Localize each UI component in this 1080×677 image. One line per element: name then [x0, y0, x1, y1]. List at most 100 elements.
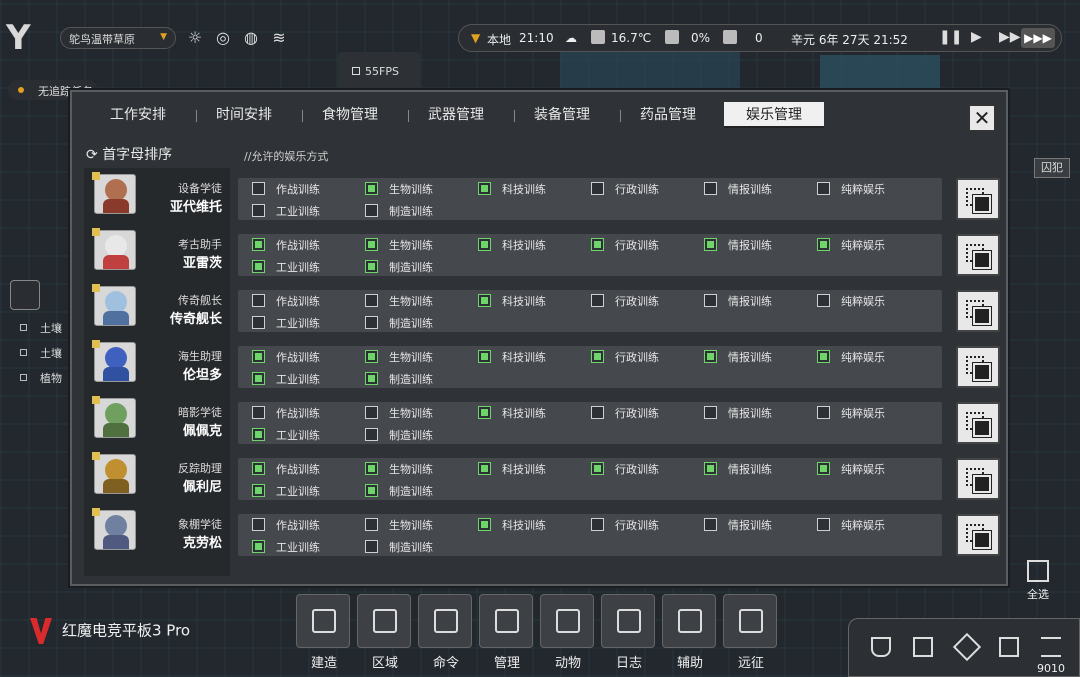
option-checkbox[interactable]: 科技训练 — [478, 293, 578, 309]
option-checkbox[interactable]: 纯粹娱乐 — [817, 349, 917, 365]
option-checkbox[interactable]: 纯粹娱乐 — [817, 461, 917, 477]
option-checkbox[interactable]: 纯粹娱乐 — [817, 181, 917, 197]
cube-icon[interactable] — [952, 632, 982, 662]
copy-settings-button[interactable] — [956, 458, 1000, 500]
layers-icon[interactable]: ≋ — [268, 27, 290, 49]
character-row[interactable]: 考古助手 亚雷茨 — [84, 224, 230, 276]
option-checkbox[interactable]: 工业训练 — [252, 483, 352, 499]
character-row[interactable]: 传奇舰长 传奇舰长 — [84, 280, 230, 332]
fastest-speed-button[interactable]: ▶▶▶ — [1021, 28, 1055, 48]
option-checkbox[interactable]: 生物训练 — [365, 181, 465, 197]
tab-work[interactable]: 工作安排 — [88, 102, 188, 128]
option-checkbox[interactable]: 生物训练 — [365, 461, 465, 477]
tab-recreation[interactable]: 娱乐管理 — [724, 102, 824, 128]
pause-icon[interactable]: ❚❚ — [939, 29, 962, 45]
character-row[interactable]: 设备学徒 亚代维托 — [84, 168, 230, 220]
option-checkbox[interactable]: 科技训练 — [478, 405, 578, 421]
select-all-button[interactable]: 全选 — [1020, 560, 1056, 602]
option-checkbox[interactable]: 制造训练 — [365, 371, 465, 387]
option-checkbox[interactable]: 作战训练 — [252, 517, 352, 533]
copy-settings-button[interactable] — [956, 346, 1000, 388]
option-checkbox[interactable]: 科技训练 — [478, 517, 578, 533]
option-checkbox[interactable]: 制造训练 — [365, 259, 465, 275]
option-checkbox[interactable]: 行政训练 — [591, 237, 691, 253]
option-checkbox[interactable]: 制造训练 — [365, 427, 465, 443]
option-checkbox[interactable]: 工业训练 — [252, 427, 352, 443]
option-checkbox[interactable]: 工业训练 — [252, 315, 352, 331]
option-checkbox[interactable]: 制造训练 — [365, 203, 465, 219]
option-checkbox[interactable]: 工业训练 — [252, 539, 352, 555]
option-checkbox[interactable]: 生物训练 — [365, 237, 465, 253]
toolbar-button[interactable]: 动物 — [540, 594, 596, 671]
folder-icon[interactable] — [999, 637, 1019, 657]
option-checkbox[interactable]: 作战训练 — [252, 405, 352, 421]
region-select[interactable]: 鸵鸟温带草原 ▼ — [60, 27, 176, 49]
option-checkbox[interactable]: 作战训练 — [252, 237, 352, 253]
option-checkbox[interactable]: 纯粹娱乐 — [817, 293, 917, 309]
tab-schedule[interactable]: 时间安排 — [194, 102, 294, 128]
option-checkbox[interactable]: 科技训练 — [478, 181, 578, 197]
option-checkbox[interactable]: 作战训练 — [252, 181, 352, 197]
option-checkbox[interactable]: 生物训练 — [365, 405, 465, 421]
play-icon[interactable]: ▶ — [971, 29, 982, 45]
option-checkbox[interactable]: 作战训练 — [252, 293, 352, 309]
copy-settings-button[interactable] — [956, 290, 1000, 332]
character-row[interactable]: 象棚学徒 克劳松 — [84, 504, 230, 556]
sort-button[interactable]: ⟳ 首字母排序 — [86, 144, 172, 164]
side-list-item[interactable]: 植物 — [20, 370, 62, 386]
tab-food[interactable]: 食物管理 — [300, 102, 400, 128]
option-checkbox[interactable]: 行政训练 — [591, 405, 691, 421]
option-checkbox[interactable]: 行政训练 — [591, 181, 691, 197]
option-checkbox[interactable]: 工业训练 — [252, 259, 352, 275]
option-checkbox[interactable]: 生物训练 — [365, 517, 465, 533]
option-checkbox[interactable]: 情报训练 — [704, 517, 804, 533]
tab-equipment[interactable]: 装备管理 — [512, 102, 612, 128]
location-arrow-icon[interactable]: ▼ — [471, 31, 480, 45]
toolbar-button[interactable]: 远征 — [723, 594, 779, 671]
copy-settings-button[interactable] — [956, 178, 1000, 220]
copy-settings-button[interactable] — [956, 514, 1000, 556]
toolbar-button[interactable]: 命令 — [418, 594, 474, 671]
flask-icon[interactable] — [871, 637, 891, 657]
option-checkbox[interactable]: 情报训练 — [704, 405, 804, 421]
toolbar-button[interactable]: 建造 — [296, 594, 352, 671]
option-checkbox[interactable]: 科技训练 — [478, 237, 578, 253]
option-checkbox[interactable]: 工业训练 — [252, 203, 352, 219]
close-button[interactable]: ✕ — [968, 104, 996, 132]
fast-forward-icon[interactable]: ▶▶ — [999, 29, 1021, 45]
tab-weapons[interactable]: 武器管理 — [406, 102, 506, 128]
option-checkbox[interactable]: 情报训练 — [704, 181, 804, 197]
option-checkbox[interactable]: 情报训练 — [704, 293, 804, 309]
target-icon[interactable]: ◎ — [212, 27, 234, 49]
option-checkbox[interactable]: 行政训练 — [591, 461, 691, 477]
option-checkbox[interactable]: 情报训练 — [704, 237, 804, 253]
option-checkbox[interactable]: 行政训练 — [591, 517, 691, 533]
option-checkbox[interactable]: 纯粹娱乐 — [817, 237, 917, 253]
prisoner-label[interactable]: 囚犯 — [1034, 158, 1070, 178]
side-menu-button[interactable] — [10, 280, 40, 310]
character-row[interactable]: 海生助理 伦坦多 — [84, 336, 230, 388]
character-row[interactable]: 反踪助理 佩利尼 — [84, 448, 230, 500]
copy-settings-button[interactable] — [956, 234, 1000, 276]
toolbar-button[interactable]: 辅助 — [662, 594, 718, 671]
option-checkbox[interactable]: 工业训练 — [252, 371, 352, 387]
character-row[interactable]: 暗影学徒 佩佩克 — [84, 392, 230, 444]
option-checkbox[interactable]: 生物训练 — [365, 293, 465, 309]
option-checkbox[interactable]: 情报训练 — [704, 349, 804, 365]
globe-icon[interactable]: ◍ — [240, 27, 262, 49]
toolbar-button[interactable]: 区域 — [357, 594, 413, 671]
option-checkbox[interactable]: 科技训练 — [478, 461, 578, 477]
option-checkbox[interactable]: 科技训练 — [478, 349, 578, 365]
copy-settings-button[interactable] — [956, 402, 1000, 444]
option-checkbox[interactable]: 行政训练 — [591, 293, 691, 309]
option-checkbox[interactable]: 制造训练 — [365, 539, 465, 555]
option-checkbox[interactable]: 制造训练 — [365, 315, 465, 331]
game-logo[interactable]: Y — [6, 18, 46, 58]
option-checkbox[interactable]: 作战训练 — [252, 461, 352, 477]
side-list-item[interactable]: 土壤 — [20, 345, 62, 361]
option-checkbox[interactable]: 生物训练 — [365, 349, 465, 365]
option-checkbox[interactable]: 情报训练 — [704, 461, 804, 477]
spiral-icon[interactable]: ☼ — [184, 27, 206, 49]
toolbar-button[interactable]: 管理 — [479, 594, 535, 671]
option-checkbox[interactable]: 纯粹娱乐 — [817, 517, 917, 533]
